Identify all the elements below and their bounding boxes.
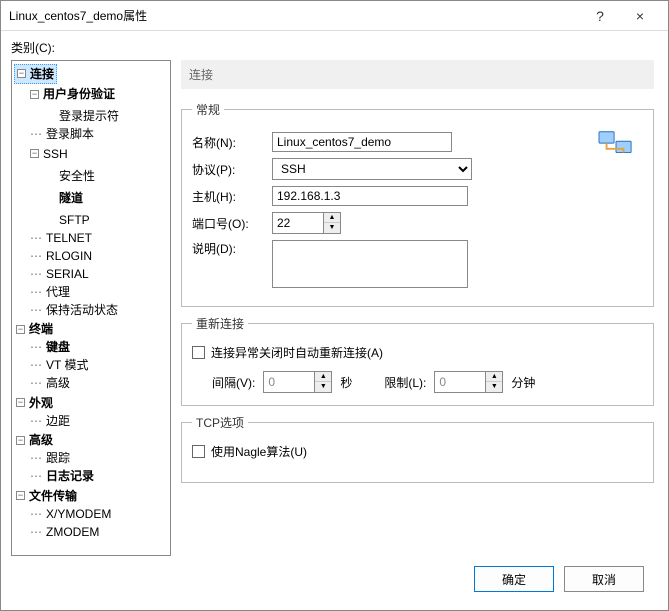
close-button[interactable]: ×	[620, 8, 660, 24]
category-tree[interactable]: −连接 −用户身份验证 登录提示符 ⋯登录脚本 −SSH 安全性	[11, 60, 171, 556]
collapse-icon[interactable]: −	[30, 90, 39, 99]
limit-label: 限制(L):	[384, 374, 426, 391]
protocol-label: 协议(P):	[192, 161, 262, 178]
collapse-icon[interactable]: −	[16, 398, 25, 407]
port-label: 端口号(O):	[192, 215, 262, 232]
collapse-icon[interactable]: −	[16, 436, 25, 445]
limit-spinner[interactable]: ▲▼	[434, 371, 503, 393]
tree-terminal[interactable]: −终端	[14, 320, 55, 338]
tcp-legend: TCP选项	[192, 414, 248, 431]
general-legend: 常规	[192, 101, 224, 118]
limit-input	[435, 372, 485, 392]
dialog-window: Linux_centos7_demo属性 ? × 类别(C): −连接 −用户身…	[0, 0, 669, 611]
name-input[interactable]	[272, 132, 452, 152]
seconds-label: 秒	[340, 374, 352, 391]
help-button[interactable]: ?	[580, 8, 620, 24]
collapse-icon[interactable]: −	[30, 149, 39, 158]
reconnect-legend: 重新连接	[192, 315, 248, 332]
titlebar: Linux_centos7_demo属性 ? ×	[1, 1, 668, 31]
port-up-icon[interactable]: ▲	[324, 213, 340, 223]
nagle-label: 使用Nagle算法(U)	[211, 443, 307, 460]
tree-security[interactable]: 安全性	[42, 167, 97, 185]
reconnect-fieldset: 重新连接 连接异常关闭时自动重新连接(A) 间隔(V): ▲▼ 秒 限制(L	[181, 315, 654, 406]
interval-down-icon[interactable]: ▼	[315, 382, 331, 392]
collapse-icon[interactable]: −	[16, 491, 25, 500]
nagle-checkbox[interactable]	[192, 445, 205, 458]
port-spinner[interactable]: ▲▼	[272, 212, 341, 234]
tree-proxy[interactable]: ⋯代理	[28, 283, 72, 301]
panel-heading: 连接	[181, 60, 654, 89]
tree-serial[interactable]: ⋯SERIAL	[28, 265, 91, 283]
tree-appearance[interactable]: −外观	[14, 394, 55, 412]
tree-vtmode[interactable]: ⋯VT 模式	[28, 356, 90, 374]
limit-up-icon[interactable]: ▲	[486, 372, 502, 382]
protocol-select[interactable]: SSH	[272, 158, 472, 180]
collapse-icon[interactable]: −	[16, 325, 25, 334]
reconnect-checkbox-label: 连接异常关闭时自动重新连接(A)	[211, 344, 383, 361]
tree-adv-term[interactable]: ⋯高级	[28, 374, 72, 392]
tree-zmodem[interactable]: ⋯ZMODEM	[28, 523, 101, 541]
collapse-icon[interactable]: −	[17, 69, 26, 78]
interval-up-icon[interactable]: ▲	[315, 372, 331, 382]
minutes-label: 分钟	[511, 374, 535, 391]
limit-down-icon[interactable]: ▼	[486, 382, 502, 392]
tree-connection[interactable]: −连接	[14, 64, 57, 84]
tree-login-prompt[interactable]: 登录提示符	[42, 107, 121, 125]
content-area: 类别(C): −连接 −用户身份验证 登录提示符 ⋯登录脚本	[1, 31, 668, 610]
interval-label: 间隔(V):	[212, 374, 255, 391]
tree-telnet[interactable]: ⋯TELNET	[28, 229, 94, 247]
port-input[interactable]	[273, 213, 323, 233]
tree-login-script[interactable]: ⋯登录脚本	[28, 125, 96, 143]
tree-filetransfer[interactable]: −文件传输	[14, 487, 79, 505]
interval-input	[264, 372, 314, 392]
window-title: Linux_centos7_demo属性	[9, 7, 580, 24]
tree-keyboard[interactable]: ⋯键盘	[28, 338, 72, 356]
host-label: 主机(H):	[192, 188, 262, 205]
tree-auth[interactable]: −用户身份验证	[28, 85, 117, 103]
tree-trace[interactable]: ⋯跟踪	[28, 449, 72, 467]
host-input[interactable]	[272, 186, 468, 206]
cancel-button[interactable]: 取消	[564, 566, 644, 592]
tree-xymodem[interactable]: ⋯X/YMODEM	[28, 505, 113, 523]
tree-margin[interactable]: ⋯边距	[28, 412, 72, 430]
network-icon	[597, 128, 635, 162]
name-label: 名称(N):	[192, 134, 262, 151]
main-row: −连接 −用户身份验证 登录提示符 ⋯登录脚本 −SSH 安全性	[11, 60, 658, 556]
desc-textarea[interactable]	[272, 240, 468, 288]
tree-rlogin[interactable]: ⋯RLOGIN	[28, 247, 94, 265]
tree-tunnel[interactable]: 隧道	[42, 189, 85, 207]
tree-sftp[interactable]: SFTP	[42, 211, 92, 229]
category-label: 类别(C):	[11, 39, 658, 56]
tree-log[interactable]: ⋯日志记录	[28, 467, 96, 485]
tree-advanced[interactable]: −高级	[14, 431, 55, 449]
ok-button[interactable]: 确定	[474, 566, 554, 592]
desc-label: 说明(D):	[192, 240, 262, 257]
port-down-icon[interactable]: ▼	[324, 223, 340, 233]
dialog-footer: 确定 取消	[11, 556, 658, 602]
tcp-fieldset: TCP选项 使用Nagle算法(U)	[181, 414, 654, 483]
tree-keepalive[interactable]: ⋯保持活动状态	[28, 301, 120, 319]
settings-panel: 连接 常规 名称(N): 协议(P): SSH	[181, 60, 658, 556]
interval-spinner[interactable]: ▲▼	[263, 371, 332, 393]
tree-ssh[interactable]: −SSH	[28, 145, 70, 163]
reconnect-checkbox[interactable]	[192, 346, 205, 359]
general-fieldset: 常规 名称(N): 协议(P): SSH	[181, 101, 654, 307]
